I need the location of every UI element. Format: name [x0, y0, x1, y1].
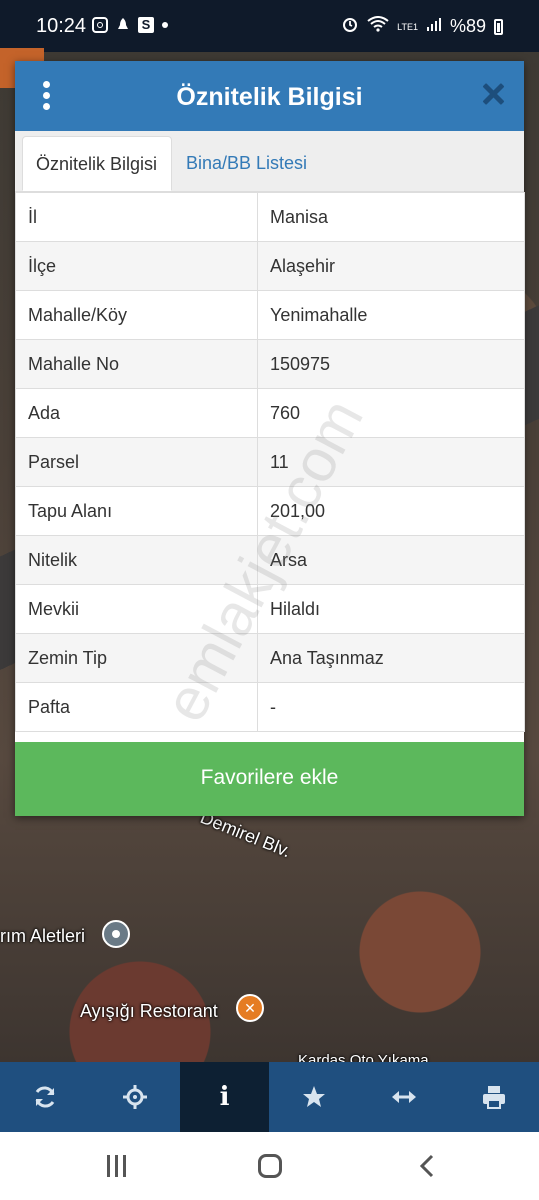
close-icon[interactable]: [480, 81, 506, 107]
attribute-key: Mahalle/Köy: [15, 290, 258, 340]
attribute-key: İlçe: [15, 241, 258, 291]
attribute-value: 11: [257, 437, 525, 487]
refresh-button[interactable]: [0, 1062, 90, 1132]
status-right-icons: LTE1 %89: [341, 15, 503, 38]
table-row: İl Manisa: [15, 192, 525, 242]
table-row: Zemin Tip Ana Taşınmaz: [15, 633, 525, 683]
measure-button[interactable]: [359, 1062, 449, 1132]
favorites-button[interactable]: [269, 1062, 359, 1132]
attribute-key: İl: [15, 192, 258, 242]
attribute-value: Arsa: [257, 535, 525, 585]
status-left-icons: S: [92, 17, 168, 33]
attribute-key: Nitelik: [15, 535, 258, 585]
attribute-value: 201,00: [257, 486, 525, 536]
alarm-icon: [341, 15, 359, 38]
tab-building-list[interactable]: Bina/BB Listesi: [173, 136, 320, 191]
locate-button[interactable]: [90, 1062, 180, 1132]
crosshair-icon: [122, 1085, 147, 1109]
attribute-dialog: Öznitelik Bilgisi Öznitelik Bilgisi Bina…: [15, 61, 525, 816]
battery-percent: %89: [449, 16, 486, 36]
tab-strip: Öznitelik Bilgisi Bina/BB Listesi: [15, 131, 524, 192]
print-icon: [483, 1086, 506, 1109]
instagram-icon: [92, 17, 108, 33]
status-bar: 10:24 S LTE1 %89: [0, 0, 539, 52]
measure-arrows-icon: [392, 1091, 417, 1103]
star-icon: [303, 1086, 326, 1107]
map-toolbar: i: [0, 1062, 539, 1132]
table-row: Ada 760: [15, 388, 525, 438]
attribute-key: Pafta: [15, 682, 258, 732]
tab-attribute-info[interactable]: Öznitelik Bilgisi: [22, 136, 172, 191]
wifi-icon: [367, 16, 389, 37]
map-poi-label: rım Aletleri: [0, 926, 86, 946]
attribute-value: Manisa: [257, 192, 525, 242]
map-poi-label: Ayışığı Restorant: [80, 1001, 218, 1021]
dialog-title: Öznitelik Bilgisi: [176, 83, 363, 111]
info-icon: i: [219, 1082, 230, 1112]
attribute-value: -: [257, 682, 525, 732]
table-row: Mahalle No 150975: [15, 339, 525, 389]
attribute-value: Yenimahalle: [257, 290, 525, 340]
s-app-icon: S: [138, 17, 154, 33]
notification-icon: [116, 17, 130, 33]
home-button[interactable]: [258, 1154, 282, 1178]
signal-icon: [426, 16, 442, 37]
attribute-key: Mahalle No: [15, 339, 258, 389]
dot-icon: [162, 22, 168, 28]
attribute-table: İl Manisa İlçe Alaşehir Mahalle/Köy Yenimah…: [15, 192, 525, 732]
battery-icon: [494, 18, 503, 35]
attribute-key: Tapu Alanı: [15, 486, 258, 536]
back-button[interactable]: [414, 1152, 442, 1180]
info-button[interactable]: i: [179, 1062, 270, 1132]
table-row: Mevkii Hilaldı: [15, 584, 525, 634]
dialog-header: Öznitelik Bilgisi: [15, 61, 524, 131]
map-pin-icon[interactable]: [102, 920, 130, 948]
recents-button[interactable]: [107, 1152, 135, 1180]
refresh-icon: [35, 1086, 55, 1108]
attribute-value: Alaşehir: [257, 241, 525, 291]
attribute-key: Ada: [15, 388, 258, 438]
attribute-key: Parsel: [15, 437, 258, 487]
back-icon: [419, 1154, 434, 1178]
table-row: Pafta -: [15, 682, 525, 732]
table-row: Mahalle/Köy Yenimahalle: [15, 290, 525, 340]
attribute-value: 760: [257, 388, 525, 438]
system-nav-bar: [0, 1132, 539, 1200]
table-row: İlçe Alaşehir: [15, 241, 525, 291]
attribute-key: Mevkii: [15, 584, 258, 634]
attribute-key: Zemin Tip: [15, 633, 258, 683]
attribute-value: Ana Taşınmaz: [257, 633, 525, 683]
status-time: 10:24: [36, 15, 87, 37]
table-row: Nitelik Arsa: [15, 535, 525, 585]
restaurant-pin-icon[interactable]: ✕: [236, 994, 264, 1022]
attribute-value: 150975: [257, 339, 525, 389]
attribute-value: Hilaldı: [257, 584, 525, 634]
table-row: Tapu Alanı 201,00: [15, 486, 525, 536]
network-label: LTE1: [397, 21, 418, 32]
add-to-favorites-button[interactable]: Favorilere ekle: [15, 742, 524, 816]
table-row: Parsel 11: [15, 437, 525, 487]
print-button[interactable]: [449, 1062, 539, 1132]
